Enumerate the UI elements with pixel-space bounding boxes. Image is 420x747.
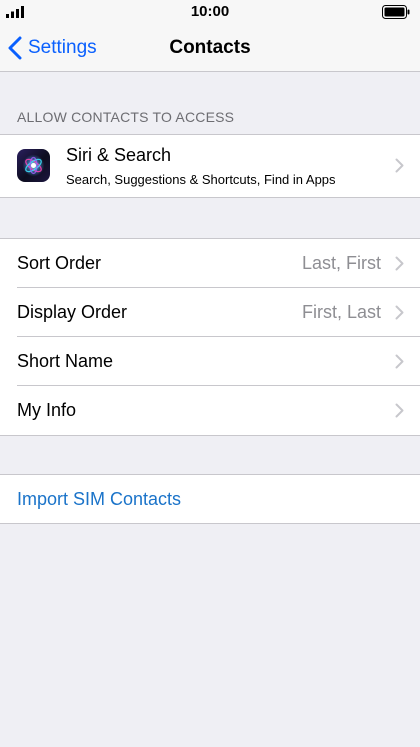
sort-order-label: Sort Order — [17, 253, 102, 273]
short-name-label: Short Name — [17, 351, 114, 371]
section-header-allow-access: ALLOW CONTACTS TO ACCESS — [17, 109, 235, 125]
navigation-bar: Settings Contacts — [0, 24, 420, 72]
sort-order-row[interactable]: Sort Order Last, First — [0, 239, 420, 288]
import-sim-contacts-button[interactable]: Import SIM Contacts — [17, 475, 181, 523]
page-title: Contacts — [169, 37, 251, 58]
battery-full-icon — [382, 5, 410, 19]
contacts-settings-group: Sort Order Last, First Display Order Fir… — [0, 238, 420, 436]
siri-search-row[interactable]: Siri & Search Search, Suggestions & Shor… — [0, 135, 420, 197]
access-group: Siri & Search Search, Suggestions & Shor… — [0, 134, 420, 198]
import-group: Import SIM Contacts — [0, 474, 420, 524]
chevron-right-icon — [395, 305, 404, 320]
siri-search-title: Siri & Search — [66, 145, 172, 165]
siri-search-subtitle: Search, Suggestions & Shortcuts, Find in… — [66, 172, 336, 187]
my-info-row[interactable]: My Info — [0, 385, 420, 435]
chevron-right-icon — [395, 403, 404, 418]
chevron-right-icon — [395, 256, 404, 271]
sort-order-value: Last, First — [301, 253, 381, 273]
chevron-right-icon — [395, 158, 404, 173]
display-order-label: Display Order — [17, 302, 128, 322]
display-order-value: First, Last — [301, 302, 381, 322]
status-time: 10:00 — [190, 3, 230, 20]
siri-icon — [17, 149, 50, 182]
chevron-right-icon — [395, 354, 404, 369]
status-bar: 10:00 — [0, 0, 420, 24]
short-name-row[interactable]: Short Name — [0, 336, 420, 386]
my-info-label: My Info — [17, 400, 77, 420]
display-order-row[interactable]: Display Order First, Last — [0, 287, 420, 337]
